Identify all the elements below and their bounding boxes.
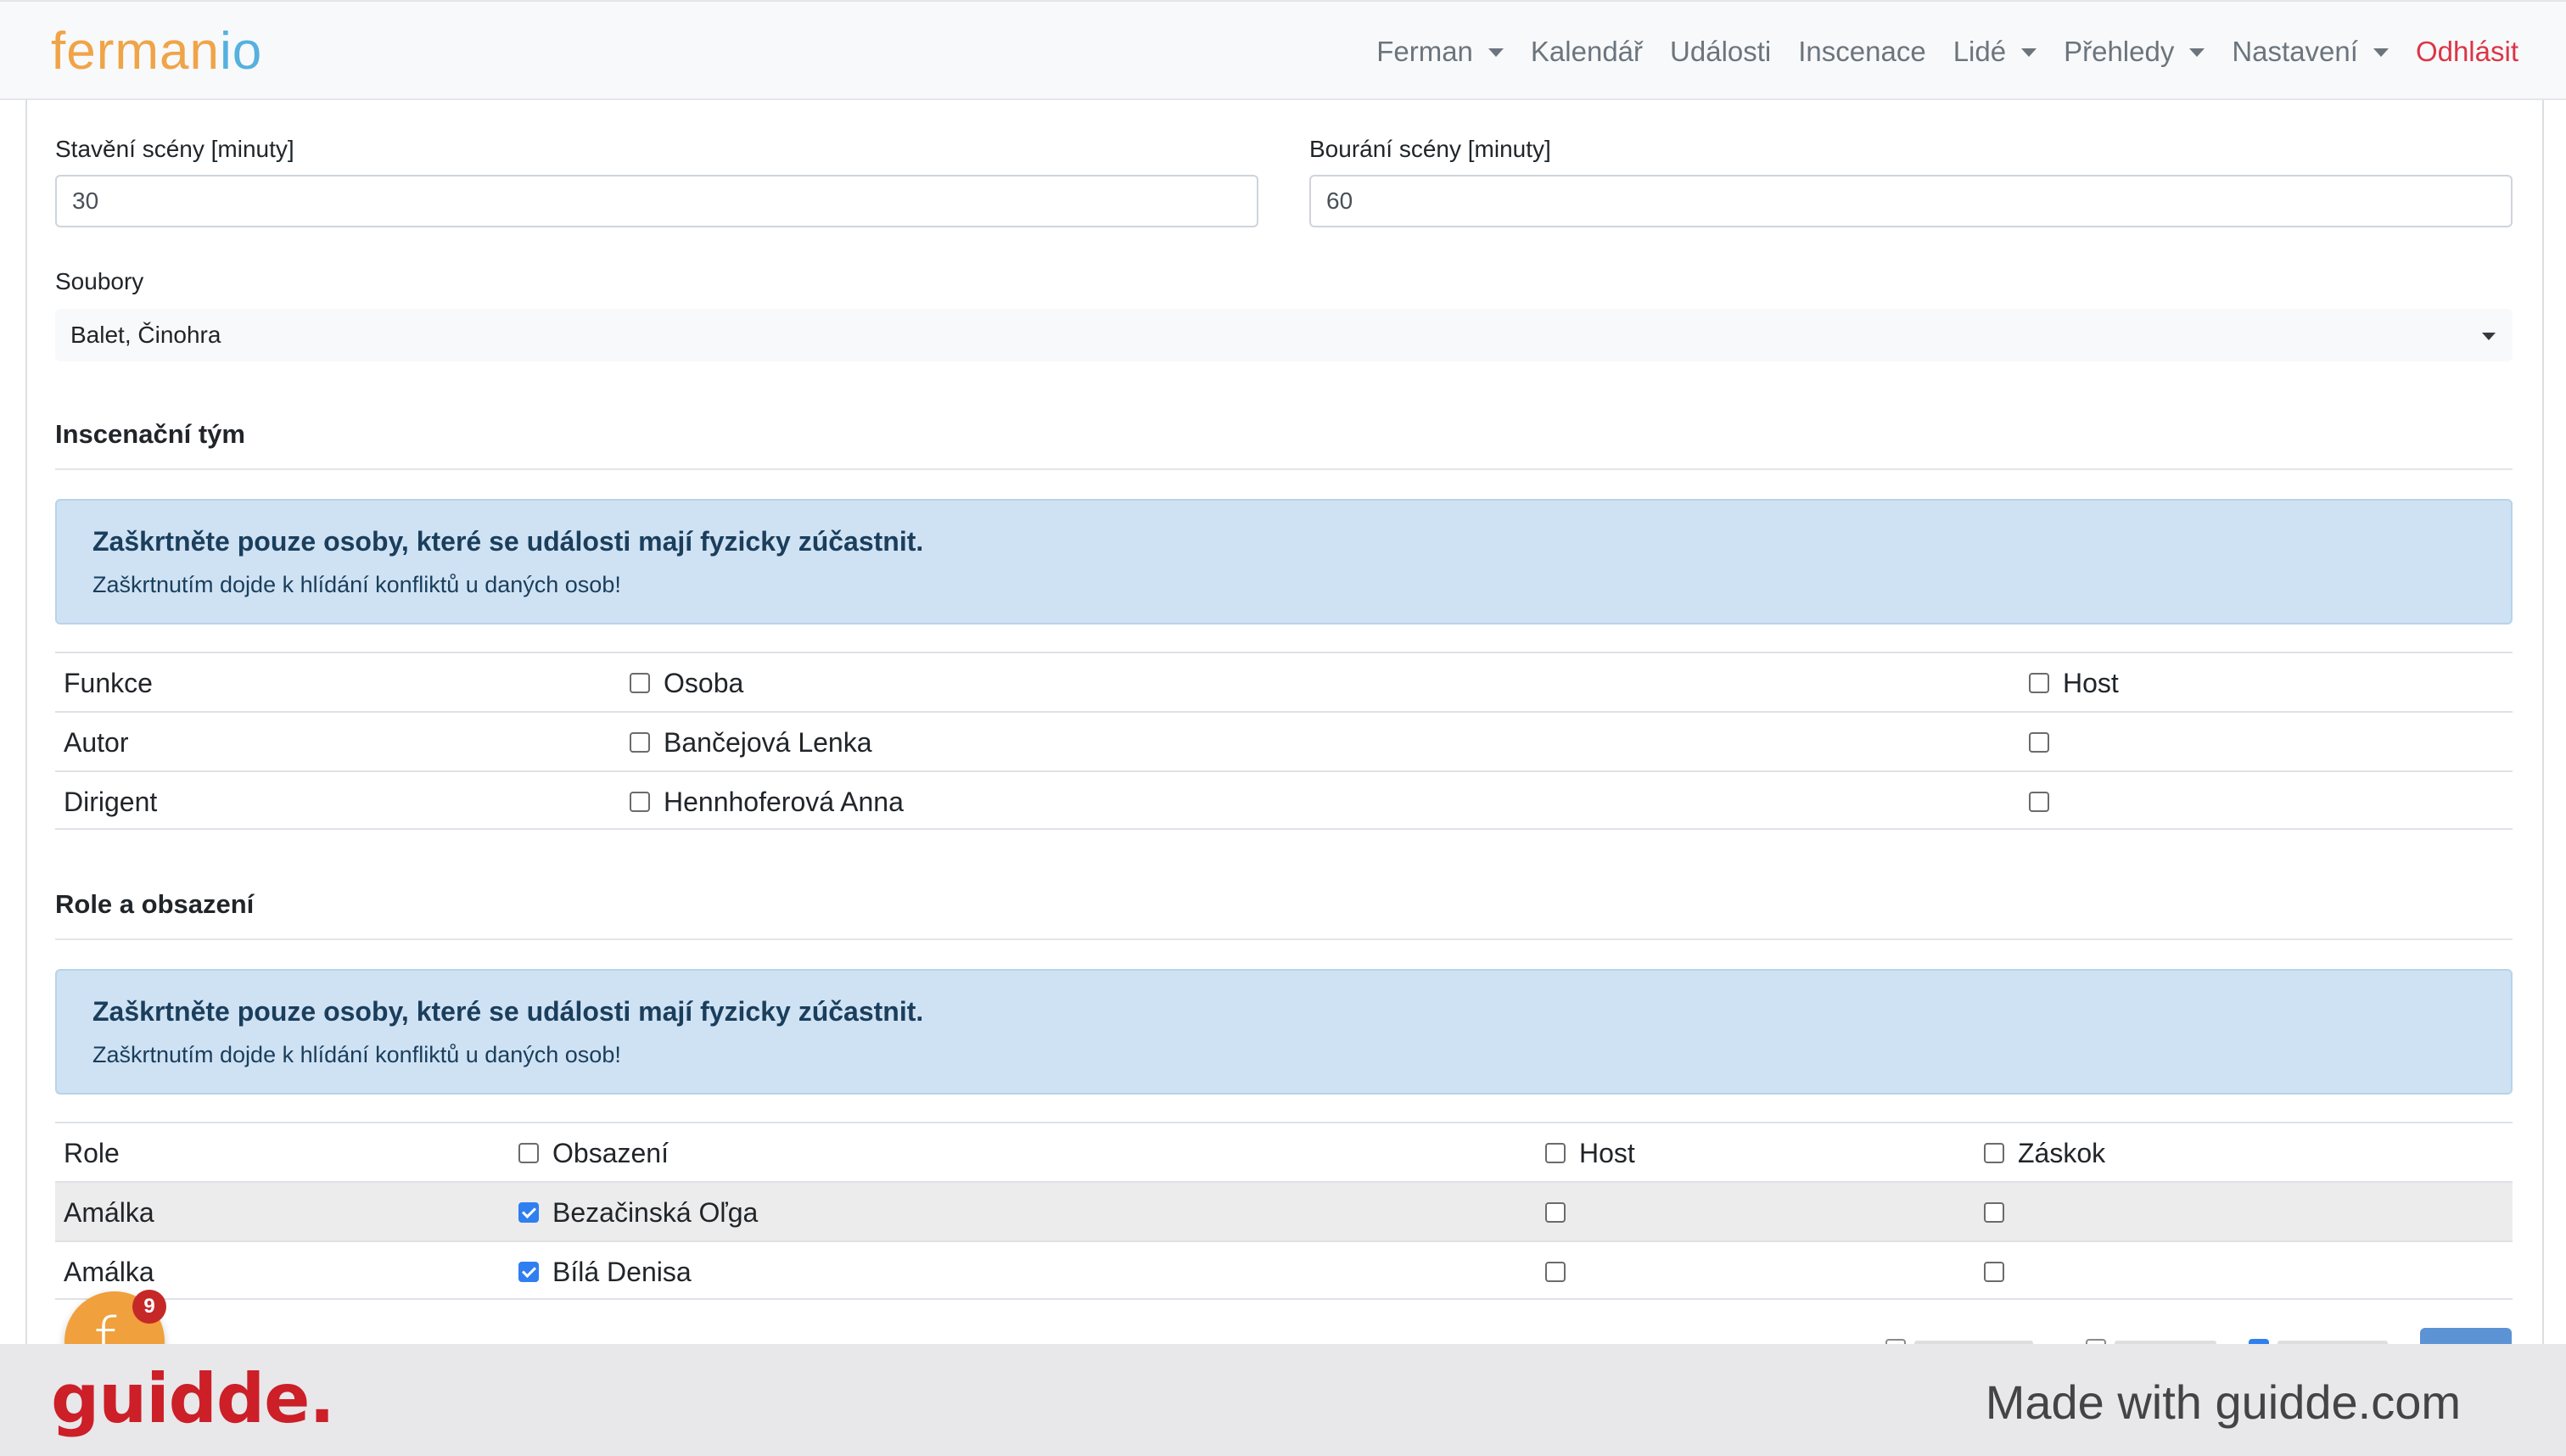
function-cell: Dirigent <box>64 786 158 817</box>
caret-down-icon <box>2373 48 2389 57</box>
nav-item-nastaveni[interactable]: Nastavení <box>2232 36 2389 68</box>
header-person-label: Osoba <box>664 667 744 698</box>
caret-down-icon <box>2021 48 2037 57</box>
main-nav: Ferman Kalendář Události Inscenace Lidé … <box>1376 2 2518 102</box>
setup-time-label: Stavění scény [minuty] <box>55 136 294 162</box>
person-checkbox[interactable] <box>630 732 650 753</box>
header-guest-label: Host <box>1579 1137 1635 1168</box>
ensembles-select[interactable]: Balet, Činohra <box>55 309 2513 361</box>
header-guest: Host <box>1545 1123 1635 1183</box>
cast-checkbox[interactable] <box>518 1262 539 1282</box>
guest-cell <box>2029 772 2063 832</box>
alert-title: Zaškrtněte pouze osoby, které se událost… <box>92 996 924 1027</box>
substitute-checkbox[interactable] <box>1984 1262 2004 1282</box>
alert-title: Zaškrtněte pouze osoby, které se událost… <box>92 526 924 557</box>
cast-checkbox[interactable] <box>518 1202 539 1223</box>
roles-section-title: Role a obsazení <box>55 889 255 919</box>
person-cell: Hennhoferová Anna <box>630 772 904 832</box>
team-info-alert: Zaškrtněte pouze osoby, které se událost… <box>55 499 2513 624</box>
cast-cell: Bílá Denisa <box>518 1242 692 1302</box>
nav-item-kalendar[interactable]: Kalendář <box>1531 36 1643 68</box>
cast-name: Bezačinská Oľga <box>552 1196 759 1228</box>
guest-checkbox[interactable] <box>1545 1202 1566 1223</box>
header-person: Osoba <box>630 653 743 713</box>
table-row: Amálka Bezačinská Oľga <box>55 1181 2513 1240</box>
header-cast-label: Obsazení <box>552 1137 669 1168</box>
team-section-title: Inscenační tým <box>55 419 245 449</box>
event-form-card: Stavění scény [minuty] 30 Bourání scény … <box>25 100 2544 1347</box>
header-role: Role <box>64 1137 120 1168</box>
setup-time-input[interactable]: 30 <box>55 175 1258 227</box>
nav-item-label: Události <box>1670 36 1772 67</box>
header-substitute-label: Záskok <box>2018 1137 2106 1168</box>
select-all-guest-checkbox[interactable] <box>2029 673 2049 693</box>
teardown-time-label: Bourání scény [minuty] <box>1309 136 1551 162</box>
team-table-header: Funkce Osoba Host <box>55 652 2513 711</box>
table-row: Amálka Bílá Denisa <box>55 1240 2513 1300</box>
substitute-cell <box>1984 1242 2018 1302</box>
dropdown-arrow-icon <box>2482 333 2496 340</box>
cast-name: Bílá Denisa <box>552 1256 692 1287</box>
select-all-guest-checkbox[interactable] <box>1545 1143 1566 1163</box>
header-guest-label: Host <box>2063 667 2119 698</box>
nav-item-ferman[interactable]: Ferman <box>1376 36 1504 68</box>
guidde-footer: guidde. Made with guidde.com <box>0 1344 2566 1456</box>
ensembles-select-value: Balet, Činohra <box>70 322 221 348</box>
top-navbar: fermanio Ferman Kalendář Události Inscen… <box>0 0 2566 100</box>
select-all-substitute-checkbox[interactable] <box>1984 1143 2004 1163</box>
caret-down-icon <box>2189 48 2205 57</box>
nav-item-label: Inscenace <box>1798 36 1926 67</box>
guest-checkbox[interactable] <box>2029 732 2049 753</box>
nav-item-inscenace[interactable]: Inscenace <box>1798 36 1925 68</box>
guest-checkbox[interactable] <box>1545 1262 1566 1282</box>
person-checkbox[interactable] <box>630 792 650 812</box>
divider <box>55 938 2513 940</box>
table-row: Autor Bančejová Lenka <box>55 711 2513 770</box>
person-name: Hennhoferová Anna <box>664 786 904 817</box>
divider <box>55 468 2513 470</box>
nav-item-label: Lidé <box>1953 36 2007 67</box>
function-cell: Autor <box>64 726 129 758</box>
guest-cell <box>1545 1183 1579 1242</box>
person-cell: Bančejová Lenka <box>630 713 872 772</box>
substitute-checkbox[interactable] <box>1984 1202 2004 1223</box>
role-cell: Amálka <box>64 1196 154 1228</box>
notification-badge: 9 <box>132 1290 166 1324</box>
header-cast: Obsazení <box>518 1123 669 1183</box>
alert-text: Zaškrtnutím dojde k hlídání konfliktů u … <box>92 572 621 597</box>
guest-cell <box>1545 1242 1579 1302</box>
guest-checkbox[interactable] <box>2029 792 2049 812</box>
substitute-cell <box>1984 1183 2018 1242</box>
roles-table-header: Role Obsazení Host Záskok <box>55 1122 2513 1181</box>
made-with-text: Made with guidde.com <box>1985 1375 2461 1429</box>
person-name: Bančejová Lenka <box>664 726 872 758</box>
table-row: Dirigent Hennhoferová Anna <box>55 770 2513 830</box>
brand-logo[interactable]: fermanio <box>51 22 262 81</box>
ensembles-label: Soubory <box>55 268 144 294</box>
header-function: Funkce <box>64 667 153 698</box>
nav-item-label: Ferman <box>1376 36 1473 67</box>
nav-item-udalosti[interactable]: Události <box>1670 36 1771 68</box>
nav-item-label: Přehledy <box>2064 36 2175 67</box>
caret-down-icon <box>1487 48 1504 57</box>
nav-item-label: Kalendář <box>1530 36 1644 67</box>
logout-link[interactable]: Odhlásit <box>2416 36 2518 68</box>
nav-item-lide[interactable]: Lidé <box>1953 36 2037 68</box>
header-guest: Host <box>2029 653 2119 713</box>
nav-item-label: Nastavení <box>2232 36 2358 67</box>
nav-item-prehledy[interactable]: Přehledy <box>2064 36 2205 68</box>
brand-text-primary: ferman <box>51 22 220 81</box>
guidde-logo: guidde. <box>51 1359 335 1438</box>
cast-cell: Bezačinská Oľga <box>518 1183 758 1242</box>
roles-info-alert: Zaškrtněte pouze osoby, které se událost… <box>55 969 2513 1095</box>
select-all-person-checkbox[interactable] <box>630 673 650 693</box>
alert-text: Zaškrtnutím dojde k hlídání konfliktů u … <box>92 1042 621 1067</box>
select-all-cast-checkbox[interactable] <box>518 1143 539 1163</box>
guest-cell <box>2029 713 2063 772</box>
header-substitute: Záskok <box>1984 1123 2105 1183</box>
teardown-time-input[interactable]: 60 <box>1309 175 2513 227</box>
brand-text-secondary: io <box>219 22 263 81</box>
